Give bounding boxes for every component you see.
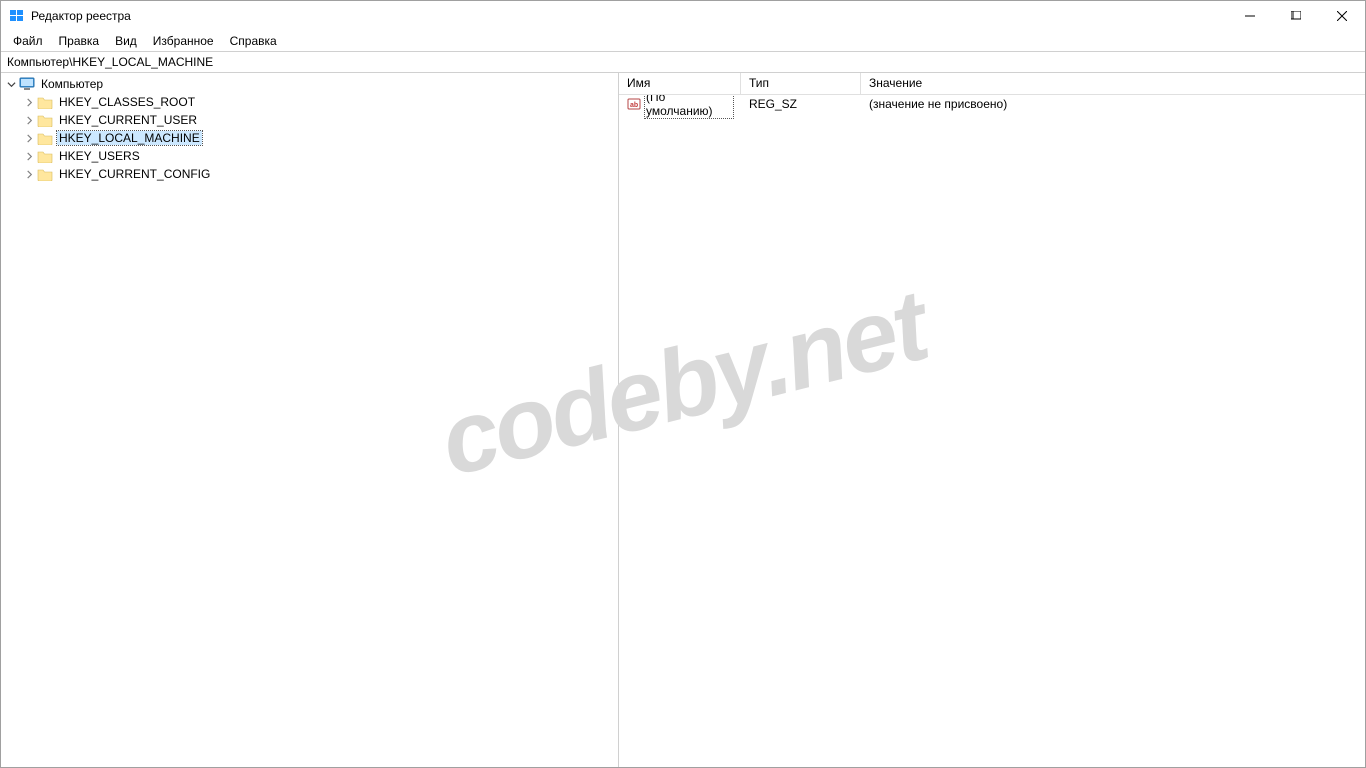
value-row[interactable]: ab (По умолчанию) REG_SZ (значение не пр… xyxy=(619,95,1365,113)
menu-help[interactable]: Справка xyxy=(222,32,285,50)
address-bar[interactable]: Компьютер\HKEY_LOCAL_MACHINE xyxy=(1,51,1365,73)
chevron-right-icon[interactable] xyxy=(23,114,35,126)
values-body[interactable]: ab (По умолчанию) REG_SZ (значение не пр… xyxy=(619,95,1365,767)
tree-hive-label: HKEY_CURRENT_USER xyxy=(57,113,199,127)
values-header: Имя Тип Значение xyxy=(619,73,1365,95)
tree-hive-classes-root[interactable]: HKEY_CLASSES_ROOT xyxy=(1,93,618,111)
app-icon xyxy=(9,8,25,24)
value-name-label: (По умолчанию) xyxy=(645,95,733,118)
tree-root-computer[interactable]: Компьютер xyxy=(1,75,618,93)
menu-favorites[interactable]: Избранное xyxy=(145,32,222,50)
address-path: Компьютер\HKEY_LOCAL_MACHINE xyxy=(7,55,213,69)
folder-icon xyxy=(37,148,53,164)
tree-root-label: Компьютер xyxy=(39,77,105,91)
tree-hive-users[interactable]: HKEY_USERS xyxy=(1,147,618,165)
value-cell-name: ab (По умолчанию) xyxy=(619,95,741,118)
value-cell-type: REG_SZ xyxy=(741,97,861,111)
chevron-down-icon[interactable] xyxy=(5,78,17,90)
tree-hive-current-user[interactable]: HKEY_CURRENT_USER xyxy=(1,111,618,129)
folder-icon xyxy=(37,130,53,146)
column-header-name[interactable]: Имя xyxy=(619,73,741,94)
value-cell-data: (значение не присвоено) xyxy=(861,97,1365,111)
reg-string-icon: ab xyxy=(627,97,641,111)
menubar: Файл Правка Вид Избранное Справка xyxy=(1,31,1365,51)
tree-hive-label: HKEY_USERS xyxy=(57,149,142,163)
registry-editor-window: Редактор реестра Файл Правка Вид Избранн… xyxy=(0,0,1366,768)
close-button[interactable] xyxy=(1319,1,1365,31)
values-pane: Имя Тип Значение ab (По умолчанию) xyxy=(619,73,1365,767)
maximize-button[interactable] xyxy=(1273,1,1319,31)
column-header-value[interactable]: Значение xyxy=(861,73,1365,94)
folder-icon xyxy=(37,166,53,182)
tree-hive-label: HKEY_CURRENT_CONFIG xyxy=(57,167,212,181)
computer-icon xyxy=(19,76,35,92)
chevron-right-icon[interactable] xyxy=(23,132,35,144)
tree-hive-label: HKEY_LOCAL_MACHINE xyxy=(57,131,202,145)
tree-hive-current-config[interactable]: HKEY_CURRENT_CONFIG xyxy=(1,165,618,183)
column-header-type[interactable]: Тип xyxy=(741,73,861,94)
tree-hive-local-machine[interactable]: HKEY_LOCAL_MACHINE xyxy=(1,129,618,147)
content-area: Компьютер HKEY_CLASSES_ROOT HKEY_CURRE xyxy=(1,73,1365,767)
chevron-right-icon[interactable] xyxy=(23,96,35,108)
menu-view[interactable]: Вид xyxy=(107,32,145,50)
titlebar: Редактор реестра xyxy=(1,1,1365,31)
chevron-right-icon[interactable] xyxy=(23,150,35,162)
minimize-button[interactable] xyxy=(1227,1,1273,31)
folder-icon xyxy=(37,112,53,128)
folder-icon xyxy=(37,94,53,110)
window-controls xyxy=(1227,1,1365,31)
tree-pane[interactable]: Компьютер HKEY_CLASSES_ROOT HKEY_CURRE xyxy=(1,73,619,767)
tree-hive-label: HKEY_CLASSES_ROOT xyxy=(57,95,197,109)
menu-edit[interactable]: Правка xyxy=(51,32,108,50)
svg-text:ab: ab xyxy=(630,102,638,109)
menu-file[interactable]: Файл xyxy=(5,32,51,50)
window-title: Редактор реестра xyxy=(31,9,1227,23)
chevron-right-icon[interactable] xyxy=(23,168,35,180)
